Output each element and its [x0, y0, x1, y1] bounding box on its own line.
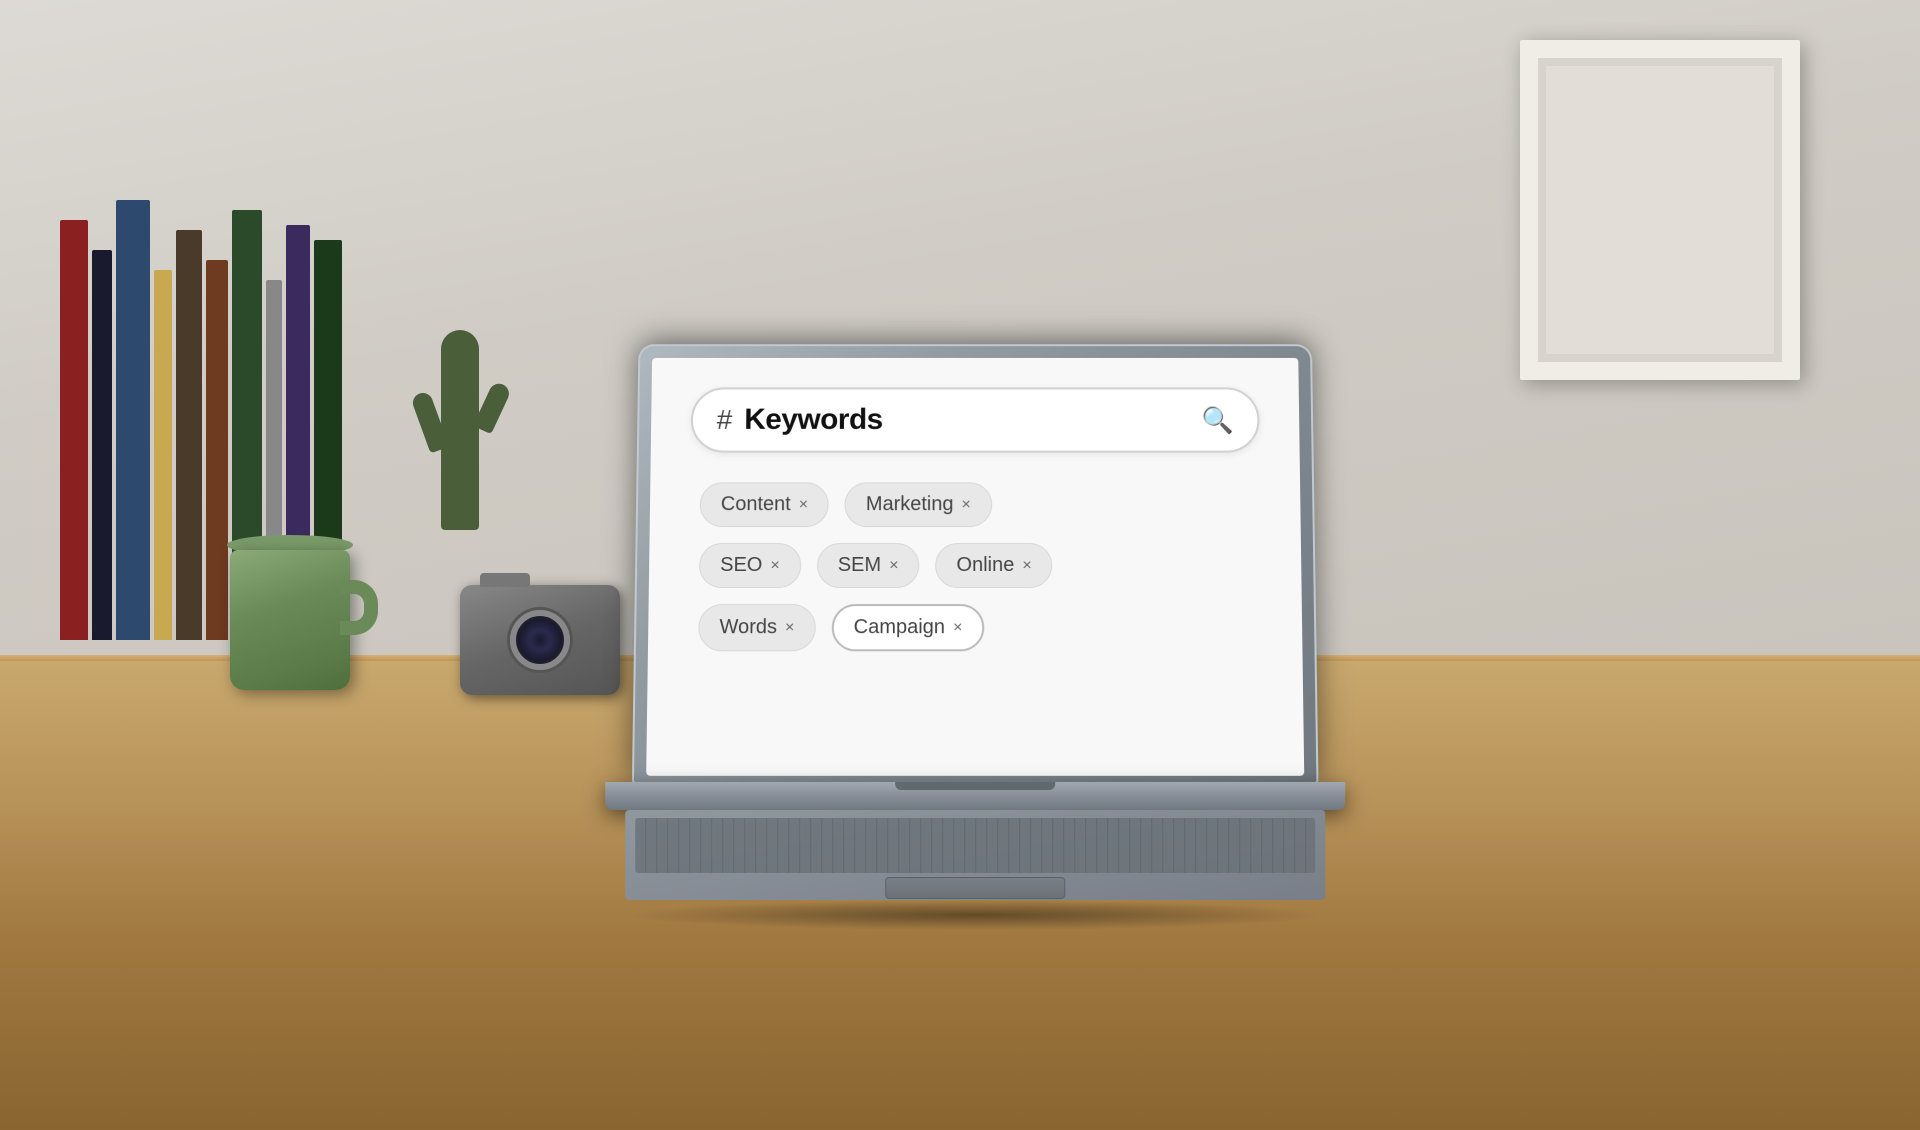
tag-remove-button[interactable]: × — [1022, 557, 1031, 575]
tag-remove-button[interactable]: × — [953, 619, 962, 637]
laptop: # Keywords 🔍 Content×Marketing×SEO×SEM×O… — [595, 342, 1355, 930]
camera-lens — [510, 610, 570, 670]
tag-item[interactable]: SEO × — [699, 543, 801, 588]
tag-label: SEO — [720, 554, 762, 577]
tag-item[interactable]: Online × — [935, 543, 1052, 588]
tag-label: Marketing — [866, 493, 954, 516]
book-item — [60, 220, 88, 640]
screen-content: # Keywords 🔍 Content×Marketing×SEO×SEM×O… — [646, 358, 1304, 776]
cactus-decoration — [420, 250, 500, 530]
tag-label: Words — [719, 616, 777, 639]
tags-area: Content×Marketing×SEO×SEM×Online×Words×C… — [688, 472, 1262, 661]
tag-remove-button[interactable]: × — [799, 496, 808, 514]
book-item — [154, 270, 172, 640]
trackpad — [885, 877, 1065, 899]
tag-label: Campaign — [854, 616, 946, 639]
laptop-screen-inner: # Keywords 🔍 Content×Marketing×SEO×SEM×O… — [646, 358, 1304, 776]
tags-row: SEO × SEM × Online × — [699, 543, 1252, 588]
tag-item[interactable]: Marketing × — [845, 482, 992, 527]
laptop-screen-outer: # Keywords 🔍 Content×Marketing×SEO×SEM×O… — [632, 344, 1319, 784]
tag-item[interactable]: Content × — [700, 482, 829, 527]
laptop-keyboard — [625, 810, 1325, 900]
hash-symbol: # — [717, 404, 733, 436]
tag-item[interactable]: Words × — [698, 604, 816, 651]
tags-row: Words × Campaign × — [698, 604, 1252, 651]
wall-frame — [1520, 40, 1800, 380]
keyboard-keys — [635, 818, 1315, 873]
tag-label: Content — [721, 493, 791, 516]
frame-inner — [1538, 58, 1782, 362]
tag-remove-button[interactable]: × — [889, 557, 898, 575]
tag-item[interactable]: SEM × — [817, 543, 920, 588]
laptop-shadow — [625, 900, 1325, 930]
book-item — [116, 200, 150, 640]
tag-remove-button[interactable]: × — [785, 619, 795, 637]
tag-remove-button[interactable]: × — [770, 557, 780, 575]
search-bar[interactable]: # Keywords 🔍 — [691, 387, 1260, 452]
coffee-mug — [230, 540, 360, 690]
book-item — [206, 260, 228, 640]
book-item — [176, 230, 202, 640]
search-icon[interactable]: 🔍 — [1201, 405, 1233, 436]
cactus-body — [441, 330, 479, 530]
book-item — [92, 250, 112, 640]
camera-top — [480, 573, 530, 587]
tags-row: Content × Marketing × — [700, 482, 1251, 527]
tag-item[interactable]: Campaign × — [831, 604, 984, 651]
mug-body — [230, 550, 350, 690]
tag-remove-button[interactable]: × — [961, 496, 970, 514]
search-input-text[interactable]: Keywords — [744, 403, 1190, 437]
tag-label: Online — [956, 554, 1014, 577]
tag-label: SEM — [838, 554, 881, 577]
laptop-hinge — [605, 782, 1345, 810]
